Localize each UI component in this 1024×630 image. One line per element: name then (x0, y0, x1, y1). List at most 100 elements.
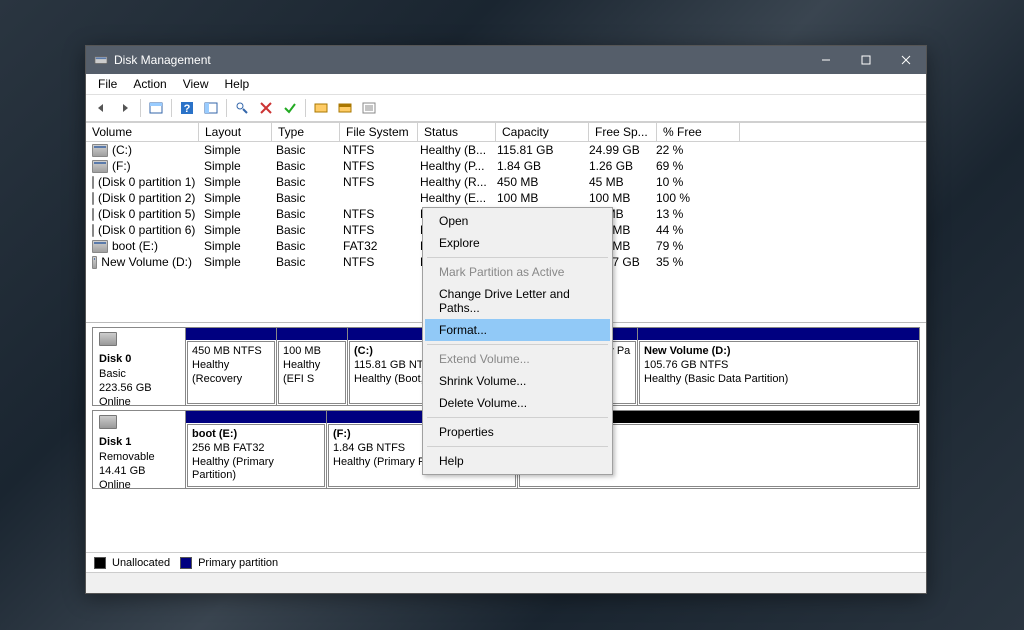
partition-body: 100 MBHealthy (EFI S (278, 341, 346, 404)
volume-icon (92, 144, 108, 157)
volume-fs (337, 190, 414, 206)
partition-line1: 450 MB NTFS (192, 345, 270, 359)
partition[interactable]: boot (E:)256 MB FAT32Healthy (Primary Pa… (186, 411, 327, 488)
volume-fs: NTFS (337, 222, 414, 238)
ctx-mark-active: Mark Partition as Active (425, 261, 610, 283)
partition-line1: 100 MB (283, 345, 341, 359)
menu-view[interactable]: View (175, 75, 217, 93)
volume-type: Basic (270, 174, 337, 190)
volume-icon (92, 176, 94, 189)
minimize-button[interactable] (806, 46, 846, 74)
volume-fs: NTFS (337, 206, 414, 222)
close-button[interactable] (886, 46, 926, 74)
menubar: File Action View Help (86, 74, 926, 95)
partition-line1: 105.76 GB NTFS (644, 359, 913, 373)
legend: Unallocated Primary partition (86, 552, 926, 573)
volume-capacity: 450 MB (491, 174, 583, 190)
volume-free: 45 MB (583, 174, 650, 190)
disk-online: Online (99, 479, 131, 491)
properties-icon[interactable] (358, 97, 380, 119)
menu-help[interactable]: Help (217, 75, 258, 93)
volume-name: (F:) (112, 159, 131, 173)
col-layout[interactable]: Layout (199, 123, 272, 141)
volume-row[interactable]: (Disk 0 partition 2)SimpleBasicHealthy (… (86, 190, 926, 206)
settings-top-icon[interactable] (310, 97, 332, 119)
volume-name: boot (E:) (112, 239, 158, 253)
volume-percent: 69 % (650, 158, 732, 174)
volume-row[interactable]: (C:)SimpleBasicNTFSHealthy (B...115.81 G… (86, 142, 926, 158)
volume-icon (92, 208, 94, 221)
back-icon[interactable] (90, 97, 112, 119)
show-hide-console-icon[interactable] (145, 97, 167, 119)
svg-text:?: ? (184, 103, 191, 115)
volume-fs: NTFS (337, 158, 414, 174)
col-free-space[interactable]: Free Sp... (589, 123, 657, 141)
action-icon[interactable] (231, 97, 253, 119)
volume-percent: 44 % (650, 222, 732, 238)
volume-row[interactable]: (F:)SimpleBasicNTFSHealthy (P...1.84 GB1… (86, 158, 926, 174)
partition[interactable]: 450 MB NTFSHealthy (Recovery (186, 328, 277, 405)
checkmark-icon[interactable] (279, 97, 301, 119)
ctx-open[interactable]: Open (425, 210, 610, 232)
disk-type: Removable (99, 451, 155, 463)
forward-icon[interactable] (114, 97, 136, 119)
disk-online: Online (99, 396, 131, 408)
ctx-properties[interactable]: Properties (425, 421, 610, 443)
delete-icon[interactable] (255, 97, 277, 119)
settings-bottom-icon[interactable] (334, 97, 356, 119)
partition-line2: Healthy (EFI S (283, 359, 341, 387)
ctx-separator (427, 417, 608, 418)
col-type[interactable]: Type (272, 123, 340, 141)
volume-layout: Simple (198, 158, 270, 174)
partition-bar (277, 328, 347, 340)
maximize-button[interactable] (846, 46, 886, 74)
col-status[interactable]: Status (418, 123, 496, 141)
ctx-separator (427, 344, 608, 345)
volume-layout: Simple (198, 190, 270, 206)
ctx-format[interactable]: Format... (425, 319, 610, 341)
partition[interactable]: New Volume (D:)105.76 GB NTFSHealthy (Ba… (638, 328, 919, 405)
volume-name: (C:) (112, 143, 132, 157)
volume-icon (92, 240, 108, 253)
ctx-help[interactable]: Help (425, 450, 610, 472)
ctx-shrink[interactable]: Shrink Volume... (425, 370, 610, 392)
ctx-delete[interactable]: Delete Volume... (425, 392, 610, 414)
refresh-icon[interactable] (200, 97, 222, 119)
volume-free: 24.99 GB (583, 142, 650, 158)
ctx-change-letter[interactable]: Change Drive Letter and Paths... (425, 283, 610, 319)
titlebar[interactable]: Disk Management (86, 46, 926, 74)
disk-info[interactable]: Disk 0Basic223.56 GBOnline (93, 328, 186, 405)
col-volume[interactable]: Volume (86, 123, 199, 141)
legend-swatch-primary (180, 557, 192, 569)
ctx-explore[interactable]: Explore (425, 232, 610, 254)
volume-name: (Disk 0 partition 6) (98, 223, 195, 237)
help-icon[interactable]: ? (176, 97, 198, 119)
toolbar: ? (86, 95, 926, 122)
menu-action[interactable]: Action (125, 75, 174, 93)
volume-name: (Disk 0 partition 5) (98, 207, 195, 221)
disk-size: 223.56 GB (99, 382, 152, 394)
volume-row[interactable]: (Disk 0 partition 1)SimpleBasicNTFSHealt… (86, 174, 926, 190)
disk-name: Disk 0 (99, 353, 131, 365)
volume-type: Basic (270, 158, 337, 174)
partition-line1: 256 MB FAT32 (192, 442, 320, 456)
volume-icon (92, 224, 94, 237)
volume-free: 100 MB (583, 190, 650, 206)
col-file-system[interactable]: File System (340, 123, 418, 141)
volume-icon (92, 192, 94, 205)
col-capacity[interactable]: Capacity (496, 123, 589, 141)
volume-percent: 22 % (650, 142, 732, 158)
volume-fs: NTFS (337, 174, 414, 190)
volume-icon (92, 160, 108, 173)
col-percent-free[interactable]: % Free (657, 123, 740, 141)
disk-icon (99, 415, 117, 429)
volume-layout: Simple (198, 142, 270, 158)
volume-icon (92, 256, 97, 269)
toolbar-separator (140, 99, 141, 117)
disk-icon (99, 332, 117, 346)
menu-file[interactable]: File (90, 75, 125, 93)
partition[interactable]: 100 MBHealthy (EFI S (277, 328, 348, 405)
volume-percent: 100 % (650, 190, 732, 206)
legend-swatch-unallocated (94, 557, 106, 569)
disk-info[interactable]: Disk 1Removable14.41 GBOnline (93, 411, 186, 488)
